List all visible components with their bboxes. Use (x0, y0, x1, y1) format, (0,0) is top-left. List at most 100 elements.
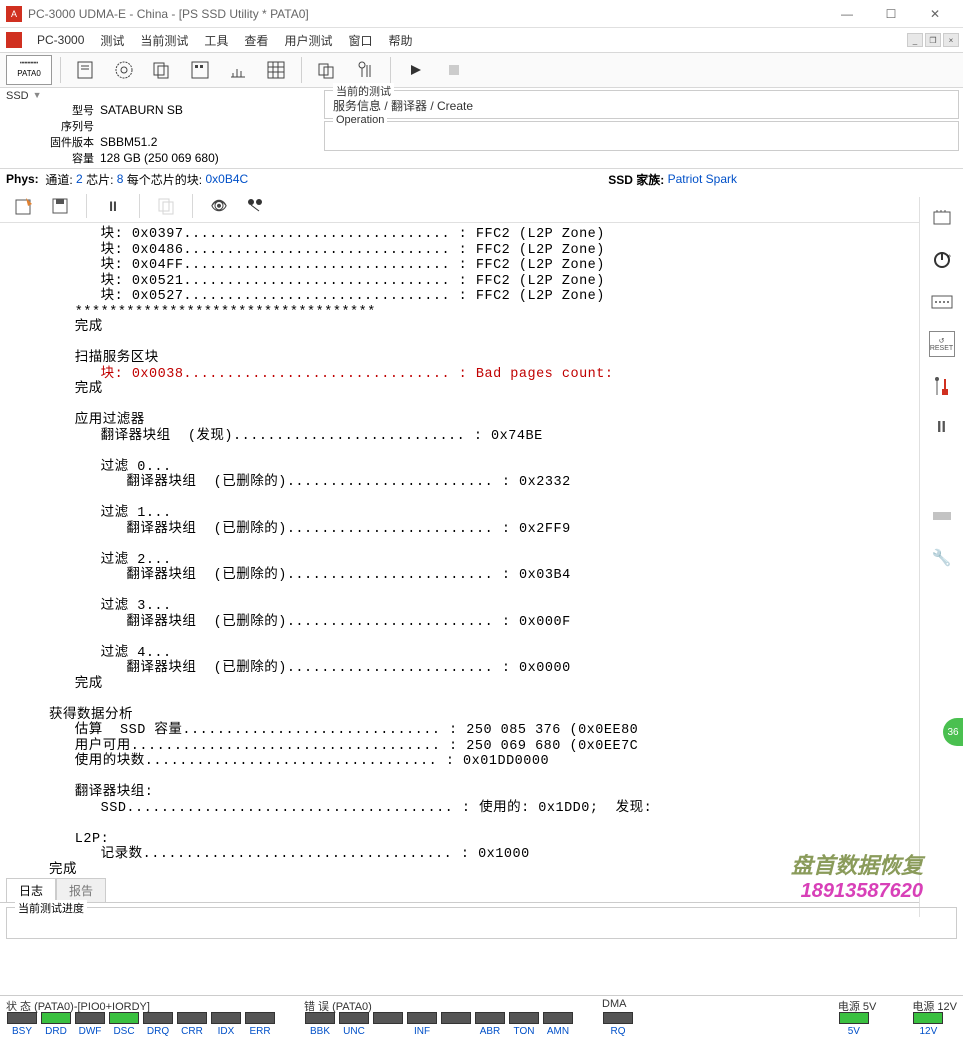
minimize-button[interactable]: — (825, 1, 869, 27)
find-next-icon[interactable] (241, 193, 269, 219)
jumper-icon[interactable] (927, 373, 957, 399)
tool-icon-1[interactable] (69, 55, 103, 85)
phys-info-row: Phys: 通道: 2 芯片: 8 每个芯片的块: 0x0B4C SSD 家族:… (0, 169, 963, 189)
ssd-family-value[interactable]: Patriot Spark (668, 172, 737, 186)
menu-pc3000[interactable]: PC-3000 (30, 30, 91, 50)
progress-fieldset: 当前测试进度 (6, 907, 957, 939)
title-bar: A PC-3000 UDMA-E - China - [PS SSD Utili… (0, 0, 963, 28)
menu-window[interactable]: 窗口 (341, 29, 379, 52)
led-ton: TON (508, 1012, 540, 1037)
firmware-label: 固件版本 (42, 134, 94, 150)
serial-label: 序列号 (42, 118, 94, 134)
save-log-icon[interactable] (46, 193, 74, 219)
pwr12-label: 12V (919, 1026, 937, 1037)
tool-icon-2[interactable] (107, 55, 141, 85)
model-label: 型号 (42, 102, 94, 118)
operation-fieldset: Operation (324, 121, 959, 151)
reset-button[interactable]: ↺RESET (929, 331, 955, 357)
log-toolbar: II 👁‍ (0, 189, 963, 223)
mdi-minimize[interactable]: _ (907, 33, 923, 47)
channels-value: 2 (76, 172, 83, 186)
chips-value: 8 (117, 172, 124, 186)
current-test-legend: 当前的测试 (333, 83, 394, 99)
led-crr: CRR (176, 1012, 208, 1037)
find-icon[interactable]: 👁‍ (205, 193, 233, 219)
window-controls: — ☐ ✕ (825, 1, 957, 27)
watermark-phone: 18913587620 (791, 880, 923, 903)
separator (192, 194, 193, 218)
chips-label: 芯片: (86, 171, 113, 188)
window-title: PC-3000 UDMA-E - China - [PS SSD Utility… (28, 7, 825, 21)
menu-view[interactable]: 查看 (237, 29, 275, 52)
pata-button[interactable]: ┉┉┉ PATA0 (6, 55, 52, 85)
operation-legend: Operation (333, 114, 387, 126)
operation-value (331, 124, 952, 128)
separator (139, 194, 140, 218)
progress-legend: 当前测试进度 (15, 900, 87, 916)
stop-button[interactable] (437, 55, 471, 85)
led-dwf: DWF (74, 1012, 106, 1037)
status-state-group: 状 态 (PATA0)-[PIO0+IORDY] BSYDRDDWFDSCDRQ… (6, 998, 276, 1041)
test-info: 当前的测试 服务信息 / 翻译器 / Create Operation (320, 88, 963, 168)
led- (372, 1012, 404, 1037)
tool-icon-5[interactable] (221, 55, 255, 85)
mdi-restore[interactable]: ❐ (925, 33, 941, 47)
tools-icon[interactable]: 🔧 (927, 545, 957, 571)
maximize-button[interactable]: ☐ (869, 1, 913, 27)
dropdown-icon[interactable]: ▼ (33, 90, 42, 102)
app-icon-small (6, 32, 22, 48)
main-toolbar: ┉┉┉ PATA0 (0, 52, 963, 88)
green-badge[interactable]: 36 (943, 718, 963, 746)
led-bbk: BBK (304, 1012, 336, 1037)
blocks-label: 每个芯片的块: (127, 171, 202, 188)
led-rq: RQ (602, 1012, 634, 1037)
pwr12-led (913, 1012, 943, 1024)
svg-text:»: » (947, 253, 951, 260)
ssd-family-label: SSD 家族: (608, 171, 664, 188)
close-button[interactable]: ✕ (913, 1, 957, 27)
mdi-controls: _ ❐ × (907, 33, 959, 47)
play-button[interactable] (399, 55, 433, 85)
led-drd: DRD (40, 1012, 72, 1037)
pwr12-header: 电源 12V (912, 998, 957, 1012)
tab-report[interactable]: 报告 (56, 878, 106, 902)
pwr5-header: 电源 5V (838, 998, 877, 1012)
app-icon: A (6, 6, 22, 22)
led-idx: IDX (210, 1012, 242, 1037)
menu-tools[interactable]: 工具 (197, 29, 235, 52)
menu-help[interactable]: 帮助 (381, 29, 419, 52)
tool-icon-8[interactable] (348, 55, 382, 85)
led-abr: ABR (474, 1012, 506, 1037)
separator (390, 57, 391, 83)
tab-log[interactable]: 日志 (6, 878, 56, 902)
pause-icon[interactable]: II (99, 193, 127, 219)
pause-side-icon[interactable]: II (927, 415, 957, 441)
log-output[interactable]: 块: 0x0397...............................… (0, 223, 963, 879)
blocks-value: 0x0B4C (205, 172, 248, 186)
menu-current-test[interactable]: 当前测试 (133, 29, 195, 52)
status-dma-group: DMA RQ (602, 998, 634, 1041)
status-pwr12-group: 电源 12V 12V (912, 998, 957, 1041)
led-unc: UNC (338, 1012, 370, 1037)
power-icon[interactable]: » (927, 247, 957, 273)
current-test-fieldset: 当前的测试 服务信息 / 翻译器 / Create (324, 90, 959, 119)
capacity-value: 128 GB (250 069 680) (100, 151, 219, 165)
tool-icon-3[interactable] (145, 55, 179, 85)
chip-icon[interactable] (927, 205, 957, 231)
menu-user-test[interactable]: 用户测试 (277, 29, 339, 52)
led-bsy: BSY (6, 1012, 38, 1037)
tool-icon-4[interactable] (183, 55, 217, 85)
board-icon[interactable] (927, 289, 957, 315)
tool-icon-7[interactable] (310, 55, 344, 85)
open-log-icon[interactable] (10, 193, 38, 219)
copy-icon[interactable] (152, 193, 180, 219)
separator (301, 57, 302, 83)
connector-icon[interactable] (927, 503, 957, 529)
menu-test[interactable]: 测试 (93, 29, 131, 52)
phys-label: Phys: (6, 172, 39, 186)
mdi-close[interactable]: × (943, 33, 959, 47)
model-value: SATABURN SB (100, 103, 183, 117)
menu-bar: PC-3000 测试 当前测试 工具 查看 用户测试 窗口 帮助 _ ❐ × (0, 28, 963, 52)
tool-icon-6[interactable] (259, 55, 293, 85)
led-inf: INF (406, 1012, 438, 1037)
